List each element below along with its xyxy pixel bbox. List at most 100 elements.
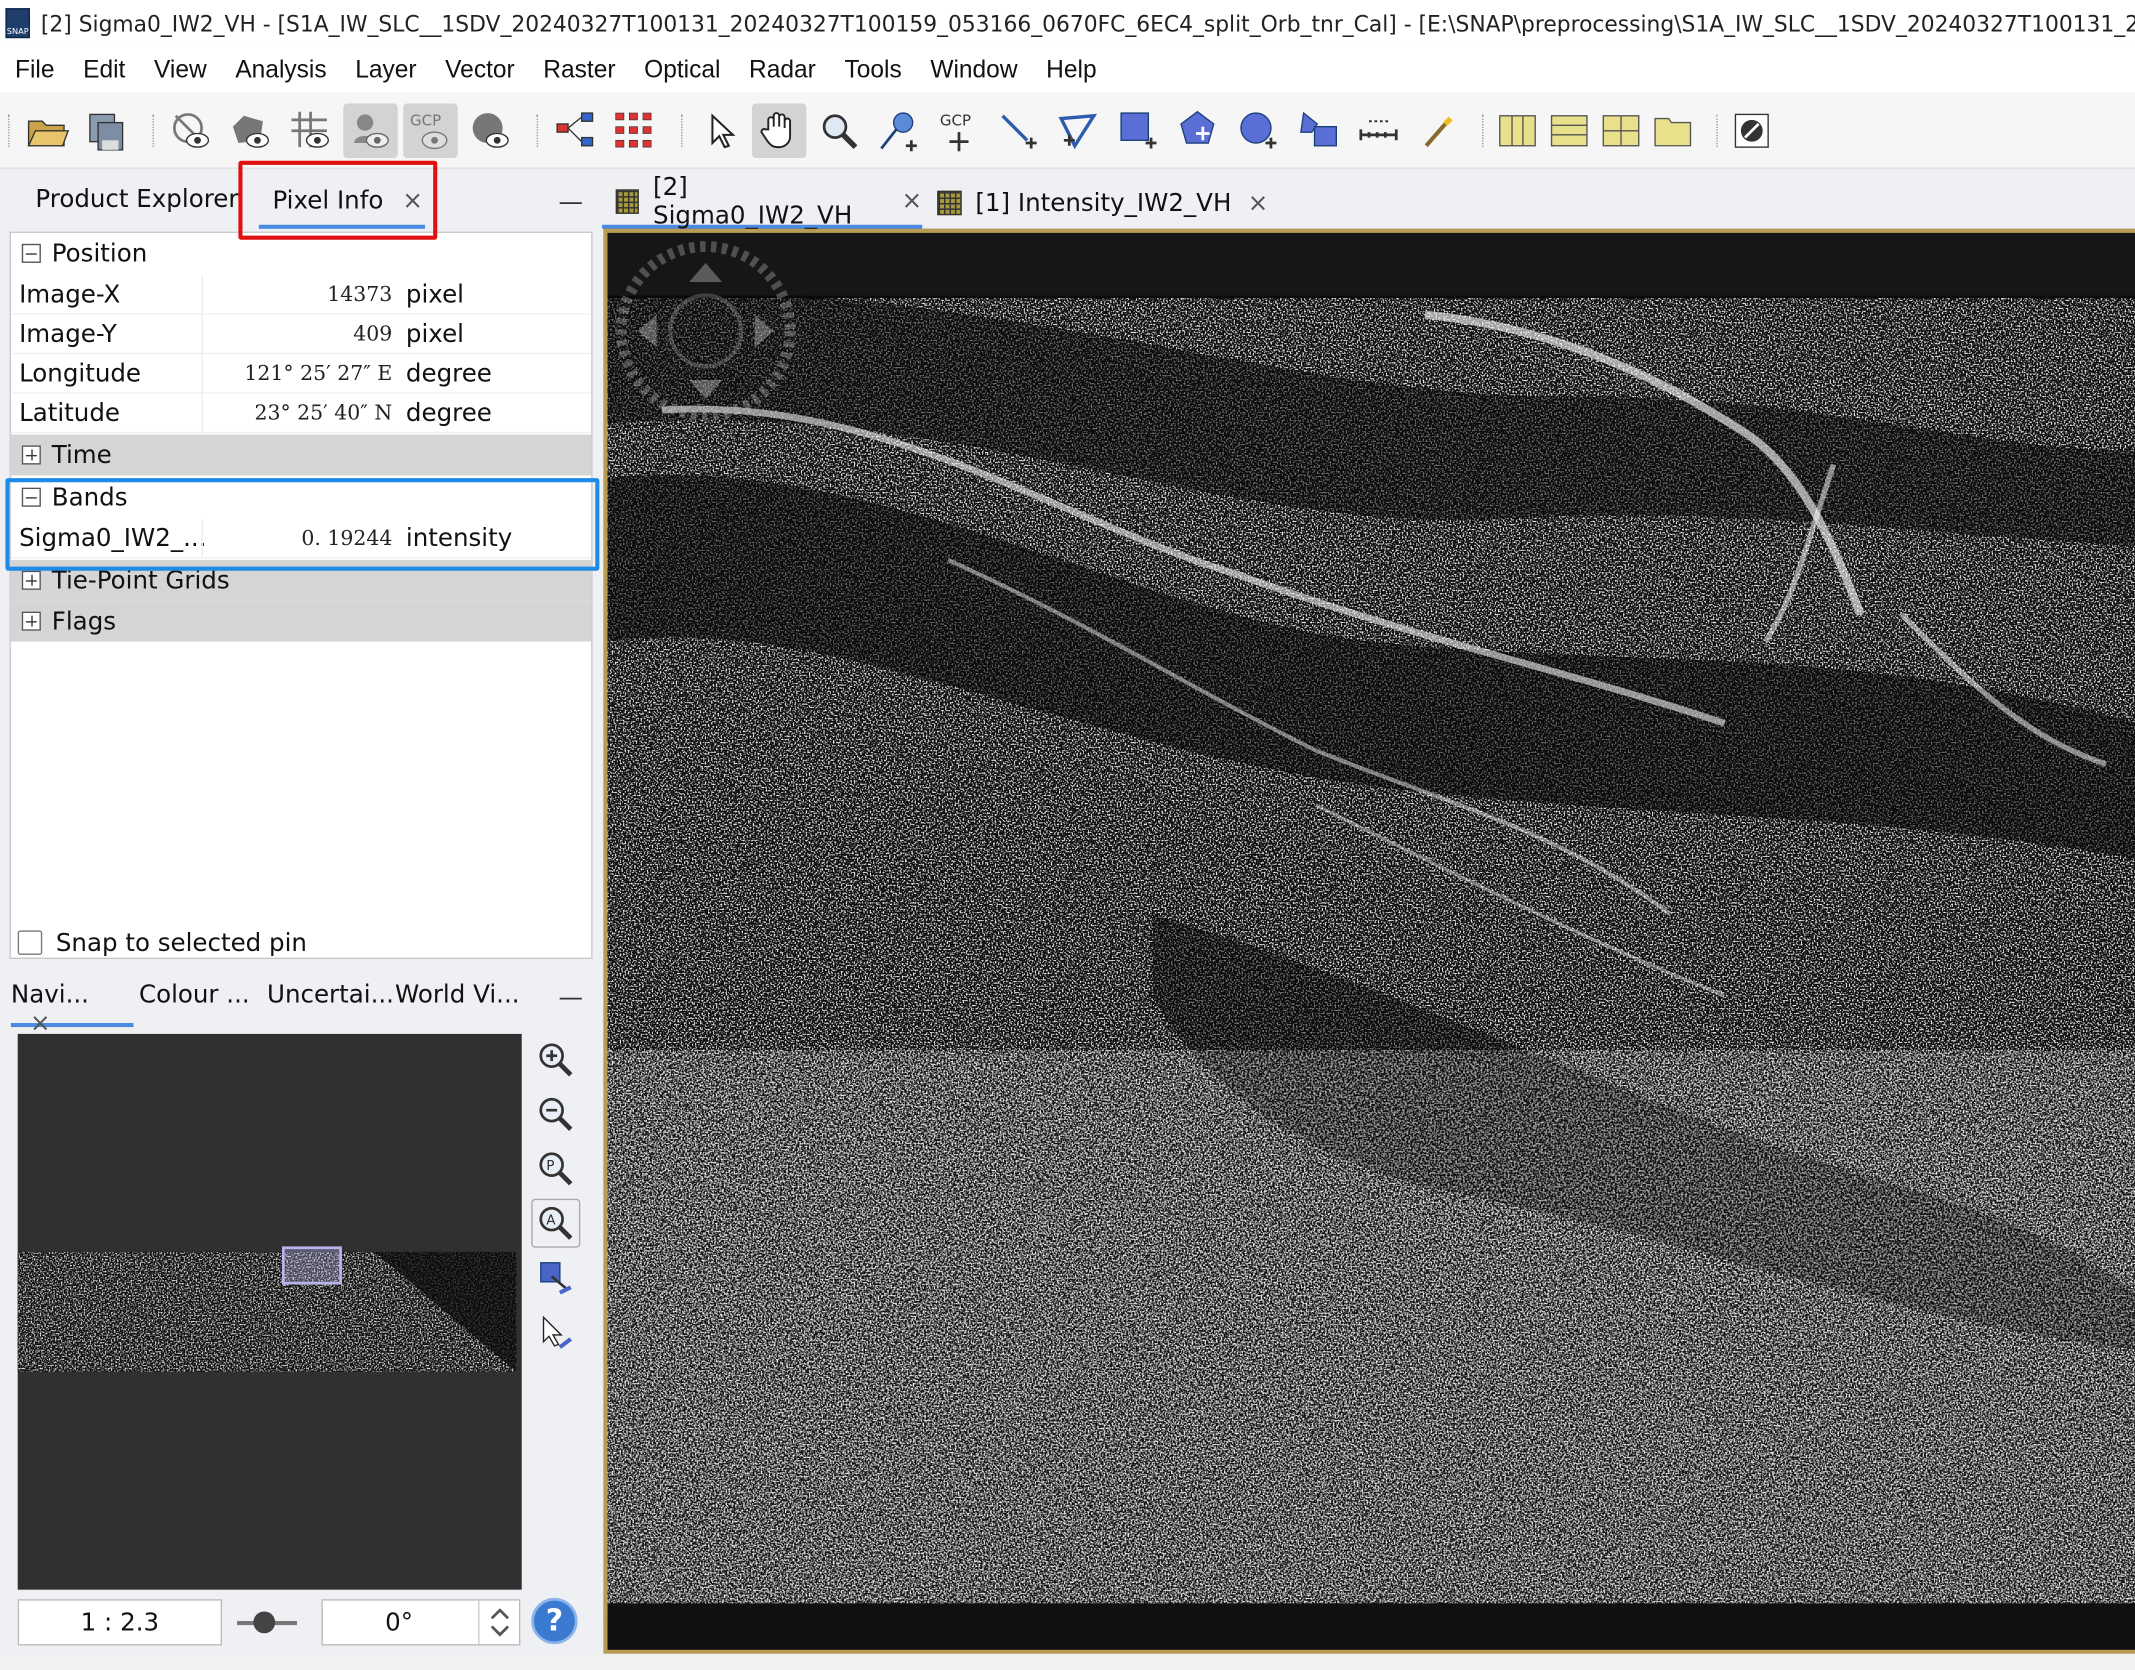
tile-horizontally-icon[interactable] (1542, 104, 1596, 158)
overview-image-strip (17, 1251, 517, 1372)
menu-file[interactable]: File (3, 55, 71, 84)
section-flags-label: Flags (51, 606, 117, 636)
graph-builder-icon[interactable] (548, 104, 602, 158)
menu-radar[interactable]: Radar (737, 55, 832, 84)
table-row: Latitude 23° 25′ 40″ N degree (10, 393, 592, 434)
row-value: 121° 25′ 27″ E (244, 360, 393, 386)
zoom-slider-handle[interactable] (253, 1611, 276, 1634)
tile-evenly-icon[interactable] (1490, 104, 1544, 158)
spinner-arrows-icon[interactable] (479, 1601, 520, 1645)
window-title: [2] Sigma0_IW2_VH - [S1A_IW_SLC__1SDV_20… (40, 10, 2135, 37)
toolbar-separator (1482, 114, 1485, 148)
pin-placing-tool-icon[interactable] (872, 104, 926, 158)
tab-navigation[interactable]: Navi... × (10, 981, 134, 1038)
collapse-icon[interactable] (21, 243, 41, 263)
tile-vertically-icon[interactable] (1594, 104, 1648, 158)
section-time[interactable]: Time (10, 434, 592, 476)
menu-vector[interactable]: Vector (433, 55, 531, 84)
menu-view[interactable]: View (142, 55, 223, 84)
gcp-placing-label: GCP (940, 111, 971, 129)
menu-help[interactable]: Help (1034, 55, 1113, 84)
row-unit: pixel (405, 320, 464, 349)
open-product-icon[interactable] (19, 104, 73, 158)
expand-icon[interactable] (21, 570, 41, 590)
tab-label: [1] Intensity_IW2_VH (975, 188, 1232, 218)
rotation-field[interactable]: 0° (321, 1599, 521, 1646)
checkbox[interactable] (17, 930, 43, 955)
gcp-placing-tool-icon[interactable]: GCP (932, 104, 986, 158)
menu-bar: File Edit View Analysis Layer Vector Ras… (0, 46, 2135, 93)
expand-icon[interactable] (21, 445, 41, 465)
magic-wand-icon[interactable] (1411, 104, 1465, 158)
tab-colour-manipulation[interactable]: Colour ... (139, 981, 250, 1010)
expand-icon[interactable] (21, 611, 41, 631)
tab-world-view[interactable]: World Vi... (395, 981, 519, 1010)
rectangle-drawing-tool-icon[interactable] (1112, 104, 1166, 158)
tile-single-icon[interactable] (1646, 104, 1700, 158)
tab-sigma0-iw2-vh[interactable]: [2] Sigma0_IW2_VH × (602, 172, 923, 230)
zoom-out-icon[interactable] (531, 1090, 580, 1139)
insert-vector-icon[interactable] (1291, 104, 1345, 158)
zoom-all-icon[interactable]: A (531, 1198, 581, 1248)
minimize-button[interactable]: — (559, 188, 584, 217)
graticule-icon[interactable] (283, 104, 337, 158)
menu-window[interactable]: Window (918, 55, 1034, 84)
table-row: Image-X 14373 pixel (10, 275, 592, 315)
snap-label: Snap to selected pin (55, 928, 307, 957)
gcp-overlay-icon[interactable]: GCP (403, 103, 458, 159)
table-row: Image-Y 409 pixel (10, 314, 592, 355)
rotation-spinner[interactable] (478, 1600, 520, 1645)
select-tool-icon[interactable] (692, 104, 746, 158)
bands-highlight-box (5, 478, 600, 571)
menu-raster[interactable]: Raster (531, 55, 632, 84)
menu-layer[interactable]: Layer (343, 55, 433, 84)
row-key: Image-Y (19, 320, 117, 349)
sync-views-icon[interactable] (1725, 104, 1779, 158)
section-flags[interactable]: Flags (10, 600, 592, 642)
save-product-icon[interactable] (79, 104, 133, 158)
world-map-overlay-icon[interactable] (463, 104, 517, 158)
help-button[interactable]: ? (531, 1597, 578, 1645)
band-image-icon (615, 188, 640, 214)
navigation-overview[interactable] (17, 1033, 522, 1590)
tab-product-explorer[interactable]: Product Explorer (35, 185, 238, 214)
document-tabs: [2] Sigma0_IW2_VH × [1] Intensity_IW2_VH… (602, 168, 2135, 230)
band-image-icon (937, 190, 962, 216)
tab-uncertainty[interactable]: Uncertai... (267, 981, 394, 1010)
zoom-tool-icon[interactable] (812, 104, 866, 158)
row-unit: pixel (405, 280, 464, 310)
batch-processing-icon[interactable] (608, 104, 662, 158)
ellipse-drawing-tool-icon[interactable] (1231, 104, 1285, 158)
close-icon[interactable]: × (902, 187, 923, 216)
zoom-in-icon[interactable] (531, 1035, 580, 1084)
sync-cursor-icon[interactable] (531, 1308, 580, 1357)
line-drawing-tool-icon[interactable] (992, 104, 1046, 158)
menu-optical[interactable]: Optical (632, 55, 737, 84)
row-key: Longitude (19, 359, 142, 389)
row-unit: degree (405, 399, 492, 428)
sync-views-icon[interactable] (531, 1253, 580, 1302)
image-view[interactable] (603, 228, 2135, 1654)
pan-tool-icon[interactable] (751, 103, 807, 159)
title-bar: SNAP [2] Sigma0_IW2_VH - [S1A_IW_SLC__1S… (0, 0, 2135, 47)
sar-image (607, 232, 2135, 1650)
show-hide-layers-icon[interactable] (163, 104, 217, 158)
polygon-drawing-tool-icon[interactable] (1171, 104, 1225, 158)
range-finder-icon[interactable] (1351, 104, 1405, 158)
menu-tools[interactable]: Tools (832, 55, 918, 84)
minimize-button[interactable]: — (559, 984, 584, 1013)
menu-edit[interactable]: Edit (71, 55, 142, 84)
close-icon[interactable]: × (1248, 189, 1269, 218)
zoom-scale-field[interactable]: 1 : 2.3 (17, 1599, 223, 1646)
tab-intensity-iw2-vh[interactable]: [1] Intensity_IW2_VH × (924, 177, 1269, 229)
viewport-rectangle[interactable] (281, 1246, 342, 1285)
zoom-pixel-icon[interactable]: P (531, 1144, 580, 1193)
menu-analysis[interactable]: Analysis (223, 55, 343, 84)
rotation-value: 0° (385, 1608, 414, 1638)
table-row: Longitude 121° 25′ 27″ E degree (10, 354, 592, 394)
pin-overlay-icon[interactable] (343, 103, 398, 159)
section-position-label: Position (51, 239, 148, 268)
polyline-drawing-tool-icon[interactable] (1052, 104, 1106, 158)
snap-to-pin-checkbox[interactable]: Snap to selected pin (10, 921, 593, 965)
overlay-icon[interactable] (223, 104, 277, 158)
